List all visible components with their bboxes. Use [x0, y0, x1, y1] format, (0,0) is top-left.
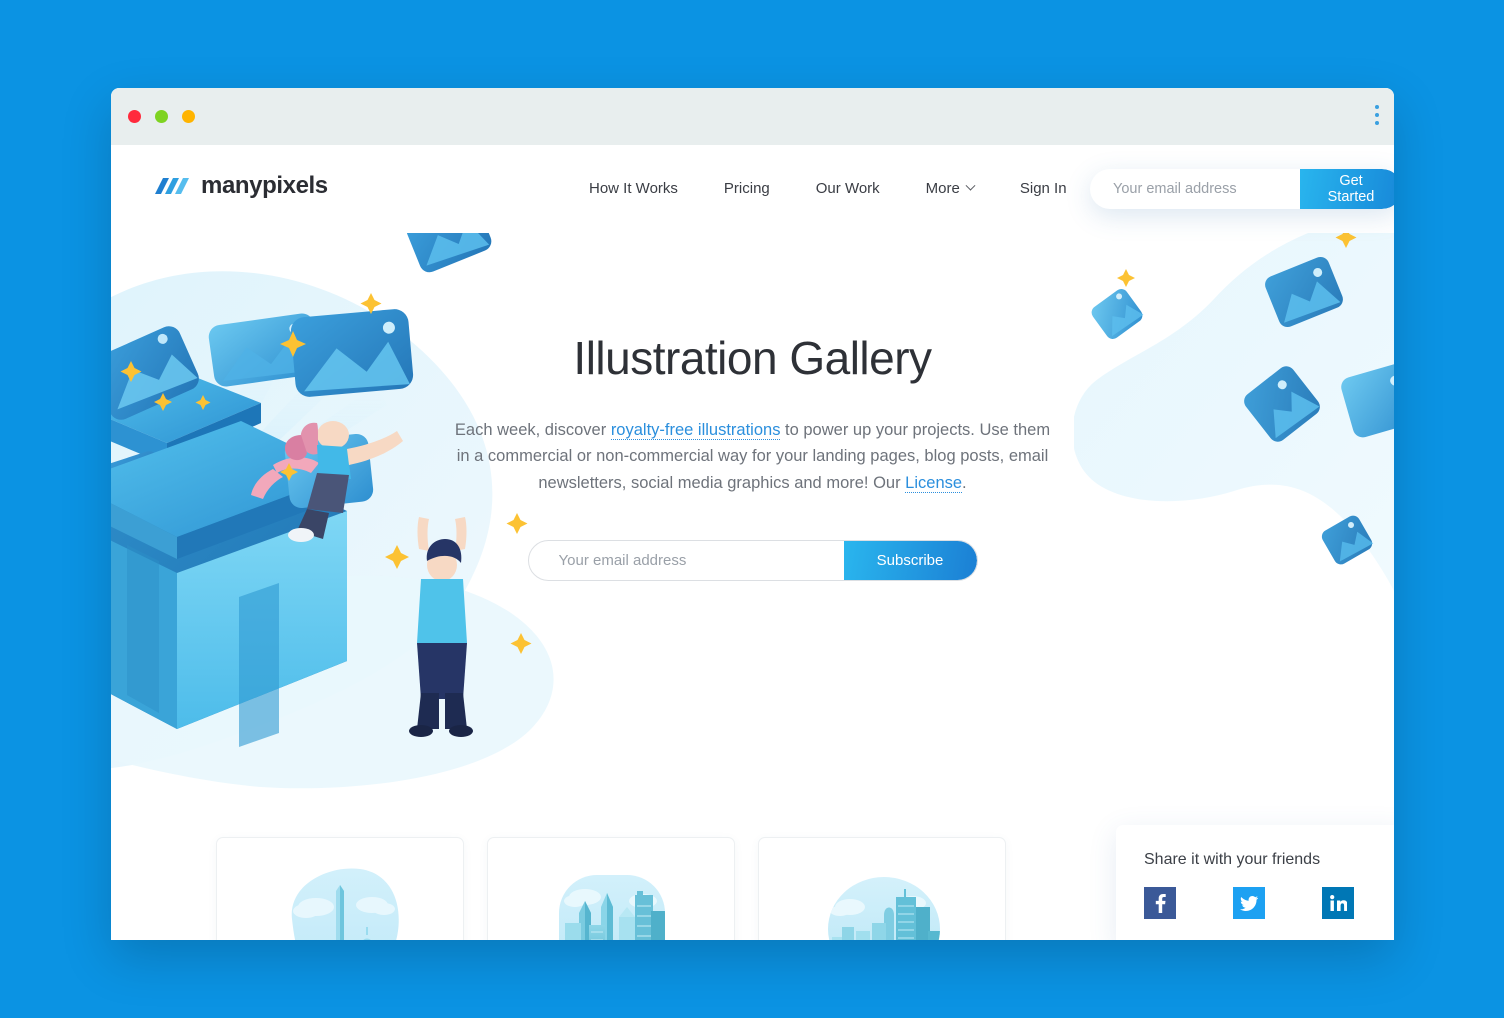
hero-desc-part-3: .	[962, 474, 967, 493]
browser-chrome-bar	[111, 88, 1394, 145]
twitter-share-button[interactable]	[1233, 887, 1265, 919]
main-nav: How It Works Pricing Our Work More Sign …	[566, 176, 1090, 201]
header-signup-form: Get Started	[1090, 169, 1394, 209]
linkedin-icon	[1329, 895, 1347, 911]
close-window-button[interactable]	[128, 110, 141, 123]
nav-item-pricing[interactable]: Pricing	[701, 176, 793, 201]
hero-desc-part-1: Each week, discover	[454, 420, 611, 439]
hero-description: Each week, discover royalty-free illustr…	[443, 417, 1063, 497]
page-title: Illustration Gallery	[573, 332, 932, 384]
browser-window: manypixels How It Works Pricing Our Work…	[111, 88, 1394, 940]
hero-content: Illustration Gallery Each week, discover…	[443, 333, 1063, 581]
facebook-share-button[interactable]	[1144, 887, 1176, 919]
subscribe-email-input[interactable]	[528, 540, 844, 580]
hero-section: Illustration Gallery Each week, discover…	[111, 233, 1394, 825]
traffic-lights	[128, 110, 195, 123]
nav-item-our-work[interactable]: Our Work	[793, 176, 903, 201]
philadelphia-skyline-icon	[527, 860, 695, 940]
boston-skyline-icon	[798, 860, 966, 940]
facebook-icon	[1155, 893, 1166, 913]
subscribe-button[interactable]: Subscribe	[843, 540, 977, 580]
share-card: Share it with your friends	[1116, 825, 1394, 940]
gallery-cards-row: Washington DC	[216, 837, 1006, 940]
gallery-section: Washington DC	[111, 825, 1394, 940]
gallery-card-philadelphia[interactable]: Philadelphia	[487, 837, 735, 940]
share-title: Share it with your friends	[1144, 851, 1321, 868]
floating-images-illustration	[1074, 233, 1394, 591]
share-buttons	[1144, 887, 1378, 919]
get-started-button[interactable]: Get Started	[1300, 169, 1394, 209]
nav-item-how-it-works[interactable]: How It Works	[566, 176, 701, 201]
kebab-menu-icon[interactable]	[1375, 105, 1379, 125]
maximize-window-button[interactable]	[155, 110, 168, 123]
logo-text: manypixels	[201, 172, 328, 199]
gallery-card-boston[interactable]: Boston	[758, 837, 1006, 940]
license-link[interactable]: License	[905, 474, 963, 494]
right-rail: Share it with your friends	[1116, 825, 1394, 940]
logo[interactable]: manypixels	[155, 172, 328, 200]
washington-dc-skyline-icon	[256, 860, 424, 940]
linkedin-share-button[interactable]	[1322, 887, 1354, 919]
royalty-free-illustrations-link[interactable]: royalty-free illustrations	[610, 420, 781, 440]
site-header: manypixels How It Works Pricing Our Work…	[111, 145, 1394, 233]
nav-item-more[interactable]: More	[903, 176, 997, 201]
twitter-icon	[1240, 895, 1258, 911]
gallery-card-washington-dc[interactable]: Washington DC	[216, 837, 464, 940]
nav-item-more-label: More	[925, 180, 960, 197]
chevron-down-icon	[965, 180, 976, 191]
manypixels-logo-icon	[155, 178, 189, 194]
minimize-window-button[interactable]	[182, 110, 195, 123]
nav-item-sign-in[interactable]: Sign In	[997, 176, 1090, 201]
header-email-input[interactable]	[1090, 169, 1300, 209]
subscribe-form: Subscribe	[527, 539, 978, 581]
